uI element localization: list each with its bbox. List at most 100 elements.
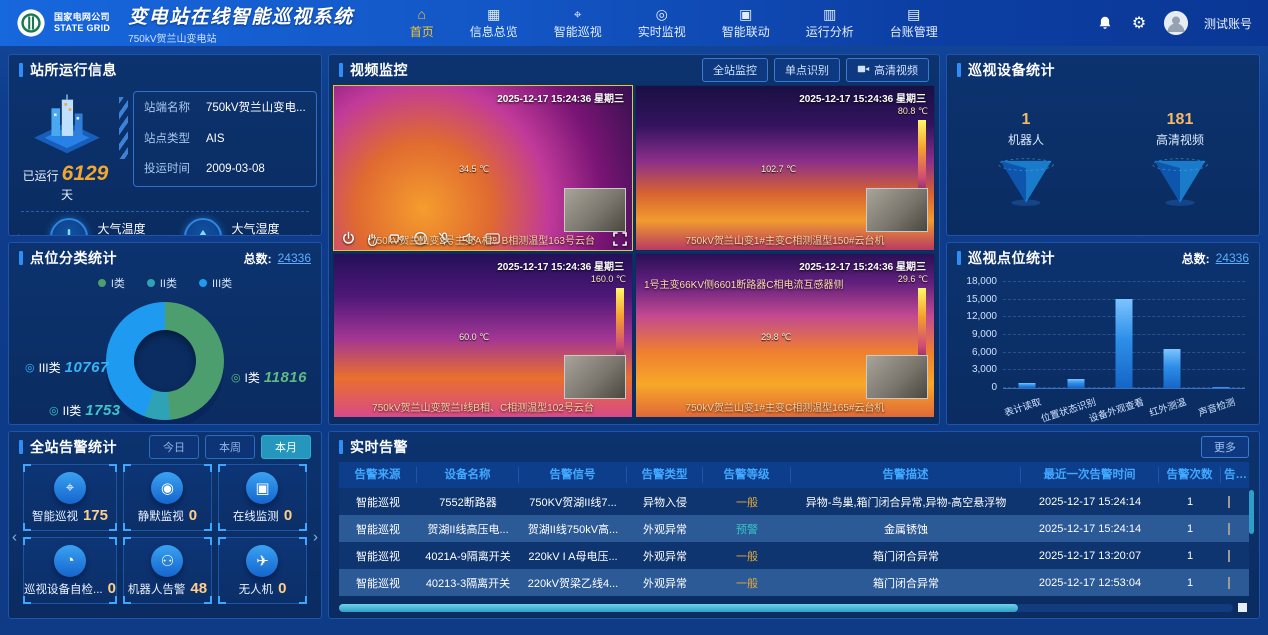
- card-label: 机器人告警: [128, 581, 186, 597]
- nav-item-smart-patrol[interactable]: ⌖ 智能巡视: [550, 5, 606, 42]
- feed-timestamp: 2025-12-17 15:24:36 星期三: [799, 90, 926, 105]
- overview-icon: ▦: [487, 7, 500, 22]
- video-feed-3[interactable]: 2025-12-17 15:24:36 星期三 160.0 ℃ 60.0 ℃ 7…: [333, 253, 633, 419]
- video-camera-icon: [857, 64, 870, 77]
- panel-title: 点位分类统计: [19, 248, 117, 268]
- video-button-hd-video[interactable]: 高清视频: [846, 58, 929, 82]
- nav-item-run-analysis[interactable]: ▥ 运行分析: [802, 5, 858, 42]
- total-count-link[interactable]: 24336: [278, 251, 311, 265]
- logo-line2: STATE GRID: [54, 23, 110, 34]
- nav-item-smart-linkage[interactable]: ▣ 智能联动: [718, 5, 774, 42]
- cell-desc: 异物-鸟巢,箱门闭合异常,异物-高空悬浮物: [791, 494, 1021, 510]
- total-label: 总数:: [1182, 250, 1210, 267]
- device-count: 1: [988, 111, 1064, 129]
- cell-desc: 金属锈蚀: [791, 521, 1021, 537]
- cell-desc: 箱门闭合异常: [791, 575, 1021, 591]
- alarm-thumbnail[interactable]: [1228, 550, 1230, 562]
- total-count-link[interactable]: 24336: [1216, 251, 1249, 265]
- video-feed-4[interactable]: 2025-12-17 15:24:36 星期三 1号主变66KV侧6601断路器…: [635, 253, 935, 419]
- bar-位置状态识别[interactable]: [1067, 379, 1084, 388]
- video-button-single-point[interactable]: 单点识别: [774, 58, 840, 82]
- nav-item-home[interactable]: ⌂ 首页: [406, 5, 438, 42]
- alarm-thumbnail[interactable]: [1228, 577, 1230, 589]
- column-header: 最近一次告警时间: [1021, 467, 1159, 483]
- feed-caption: 750kV贺兰山变贺兰I线B相、C相测温型102号云台: [334, 399, 632, 414]
- field-value: 2009-03-08: [206, 162, 265, 177]
- video-feed-1[interactable]: 2025-12-17 15:24:36 星期三 34.5 ℃ WHD 750kV…: [333, 85, 633, 251]
- device-label: 机器人: [988, 131, 1064, 148]
- bar-设备外观查看[interactable]: [1116, 299, 1133, 389]
- feed-spot-temp: 34.5 ℃: [459, 164, 489, 175]
- panel-point-class: 点位分类统计 总数: 24336 I类 II类 III类 ◎ I类 11816 …: [8, 242, 322, 425]
- alarm-thumbnail[interactable]: [1228, 496, 1230, 508]
- cell-device: 7552断路器: [417, 494, 519, 510]
- header-right: ⚙ 测试账号: [1096, 11, 1252, 35]
- legend-item[interactable]: III类: [199, 275, 232, 291]
- cards-prev-arrow[interactable]: ‹: [12, 529, 17, 546]
- bar-声音检测[interactable]: [1212, 387, 1229, 388]
- horizontal-scrollbar[interactable]: [339, 604, 1233, 612]
- nav-label: 首页: [410, 23, 434, 40]
- table-row[interactable]: 智能巡视 贺湖II线高压电... 贺湖II线750kV高... 外观异常 预警 …: [339, 515, 1249, 542]
- card-label: 无人机: [239, 581, 274, 597]
- alarm-card[interactable]: ⌖ 智能巡视 175: [23, 464, 117, 531]
- cell-count: 1: [1159, 523, 1221, 535]
- feed-pip-thumbnail[interactable]: [564, 355, 626, 399]
- feed-timestamp: 2025-12-17 15:24:36 星期三: [497, 258, 624, 273]
- video-feed-2[interactable]: 2025-12-17 15:24:36 星期三 80.8 ℃ 102.7 ℃ 7…: [635, 85, 935, 251]
- env-row: ‹ › 大气温度 5.6℃ 大气湿度 37.3%: [9, 218, 321, 236]
- env-prev-arrow[interactable]: ‹: [15, 229, 20, 237]
- bar-表计读取[interactable]: [1019, 383, 1036, 388]
- account-name[interactable]: 测试账号: [1204, 15, 1252, 32]
- pyramid-icon: [1142, 150, 1218, 210]
- bell-icon[interactable]: [1096, 14, 1114, 32]
- feed-overlay-title: 1号主变66KV侧6601断路器C相电流互感器侧: [644, 276, 844, 291]
- legend-label: I类: [111, 275, 125, 291]
- more-button[interactable]: 更多: [1201, 436, 1249, 458]
- feed-pip-thumbnail[interactable]: [866, 188, 928, 232]
- avatar[interactable]: [1164, 11, 1188, 35]
- alarm-card[interactable]: ✈ 无人机 0: [218, 537, 307, 604]
- alarm-card[interactable]: ▣ 在线监测 0: [218, 464, 307, 531]
- column-header: 告警次数: [1159, 467, 1221, 483]
- table-row[interactable]: 智能巡视 7552断路器 750KV贺湖II线7... 异物入侵 一般 异物-鸟…: [339, 488, 1249, 515]
- table-row[interactable]: 智能巡视 4021A-9隔离开关 220kV I A母电压... 外观异常 一般…: [339, 542, 1249, 569]
- feed-pip-thumbnail[interactable]: [866, 355, 928, 399]
- video-button-full-station[interactable]: 全站监控: [702, 58, 768, 82]
- legend-item[interactable]: I类: [98, 275, 125, 291]
- tab-本周[interactable]: 本周: [205, 435, 255, 459]
- image-icon: ▣: [246, 472, 278, 504]
- card-value: 0: [189, 507, 197, 524]
- alarm-card[interactable]: ◔ 巡视设备自检... 0: [23, 537, 117, 604]
- hscroll-thumb[interactable]: [339, 604, 1018, 612]
- feed-pip-thumbnail[interactable]: [564, 188, 626, 232]
- vertical-scrollbar-thumb[interactable]: [1249, 490, 1254, 534]
- panel-device-stats: 巡视设备统计 1 机器人 181 高清视频: [946, 54, 1260, 236]
- callout-mark: ◎: [49, 404, 59, 417]
- total-label: 总数:: [244, 250, 272, 267]
- tab-本月[interactable]: 本月: [261, 435, 311, 459]
- cell-signal: 贺湖II线750kV高...: [519, 521, 627, 537]
- tab-今日[interactable]: 今日: [149, 435, 199, 459]
- bar-红外测温[interactable]: [1164, 349, 1181, 388]
- donut-callout: ◎ III类 10767: [25, 359, 109, 376]
- legend-item[interactable]: II类: [147, 275, 177, 291]
- feed-caption: 750kV贺兰山变1#主变C相测温型165#云台机: [636, 399, 934, 414]
- nav-item-realtime-monitor[interactable]: ◎ 实时监视: [634, 5, 690, 42]
- env-next-arrow[interactable]: ›: [310, 229, 315, 237]
- alarm-card[interactable]: ⚇ 机器人告警 48: [123, 537, 212, 604]
- alarm-tabs: 今日本周本月: [149, 435, 311, 459]
- nav-item-info-overview[interactable]: ▦ 信息总览: [466, 5, 522, 42]
- table-row[interactable]: 智能巡视 40213-3隔离开关 220kV贺梁乙线4... 外观异常 一般 箱…: [339, 569, 1249, 596]
- card-label: 静默监视: [138, 508, 184, 524]
- callout-value: 1753: [85, 402, 120, 419]
- home-icon: ⌂: [417, 7, 425, 22]
- cell-level: 预警: [703, 521, 791, 537]
- panel-point-stats: 巡视点位统计 总数: 24336 0 3,000 6,000 9,000 12,…: [946, 242, 1260, 425]
- gear-icon[interactable]: ⚙: [1130, 14, 1148, 32]
- nav-item-ledger-mgmt[interactable]: ▤ 台账管理: [886, 5, 942, 42]
- alarm-card[interactable]: ◉ 静默监视 0: [123, 464, 212, 531]
- alarm-thumbnail[interactable]: [1228, 523, 1230, 535]
- cards-next-arrow[interactable]: ›: [313, 529, 318, 546]
- cell-source: 智能巡视: [339, 575, 417, 591]
